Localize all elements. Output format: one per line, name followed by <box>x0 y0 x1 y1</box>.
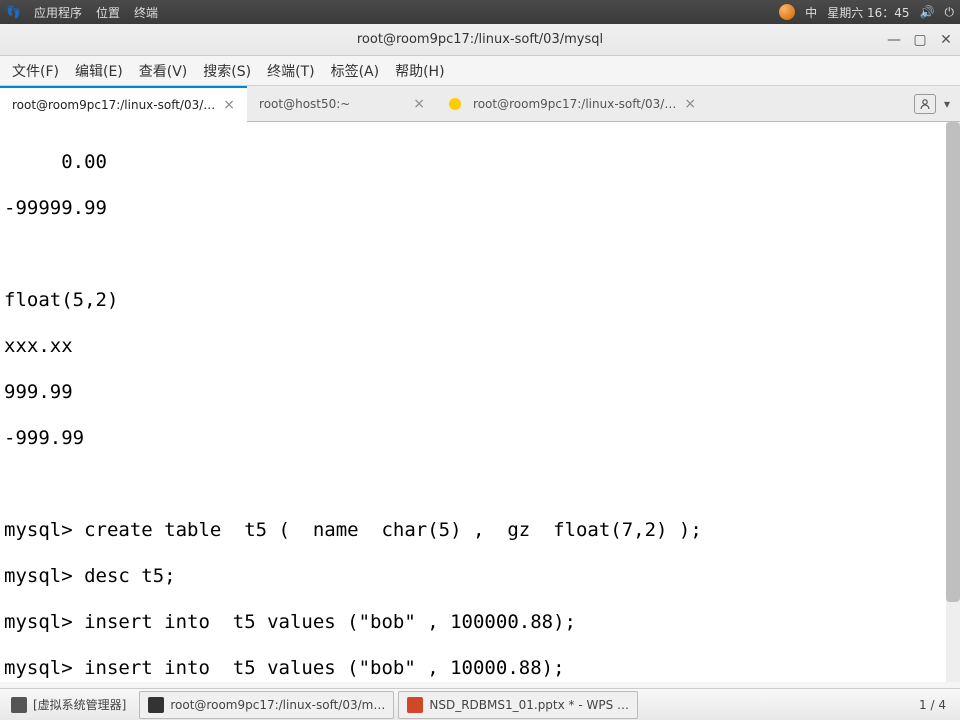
tab-menu-chevron-icon[interactable]: ▾ <box>944 97 950 111</box>
line: float(5,2) <box>4 289 118 311</box>
taskbar-wps[interactable]: NSD_RDBMS1_01.pptx * - WPS … <box>398 691 638 719</box>
tab-2-label: root@room9pc17:/linux-soft/03/… <box>473 97 676 111</box>
activities-icon[interactable]: 👣 <box>6 5 20 19</box>
tab-2[interactable]: root@room9pc17:/linux-soft/03/… × <box>437 86 708 122</box>
power-icon[interactable]: ⏻ <box>945 5 955 20</box>
line: mysql> insert into t5 values ("bob" , 10… <box>4 611 576 633</box>
monitor-icon <box>11 697 27 713</box>
clock[interactable]: 星期六 16：45 <box>827 4 909 21</box>
menu-help[interactable]: 帮助(H) <box>389 58 450 84</box>
tab-0-close-icon[interactable]: × <box>223 97 235 113</box>
menu-view[interactable]: 查看(V) <box>133 58 194 84</box>
taskbar-vmm[interactable]: [虚拟系统管理器] <box>2 691 135 719</box>
terminal-viewport[interactable]: 0.00 -99999.99 float(5,2) xxx.xx 999.99 … <box>0 122 960 682</box>
menu-applications[interactable]: 应用程序 <box>34 4 82 21</box>
presentation-icon <box>407 697 423 713</box>
tab-2-close-icon[interactable]: × <box>684 96 696 112</box>
menu-file[interactable]: 文件(F) <box>6 58 65 84</box>
menu-tabs[interactable]: 标签(A) <box>325 58 386 84</box>
line: -999.99 <box>4 427 84 449</box>
menu-places[interactable]: 位置 <box>96 4 120 21</box>
menu-search[interactable]: 搜索(S) <box>197 58 257 84</box>
minimize-button[interactable]: — <box>886 32 902 48</box>
terminal-icon <box>148 697 164 713</box>
line: 999.99 <box>4 381 73 403</box>
tab-1[interactable]: root@host50:~ × <box>247 86 437 122</box>
ime-indicator[interactable]: 中 <box>805 4 817 21</box>
gnome-topbar: 👣 应用程序 位置 终端 中 星期六 16：45 🔊 ⏻ <box>0 0 960 24</box>
taskbar-terminal-label: root@room9pc17:/linux-soft/03/m… <box>170 698 385 712</box>
line: mysql> create table t5 ( name char(5) , … <box>4 519 702 541</box>
line: -99999.99 <box>4 197 107 219</box>
profile-button[interactable] <box>914 94 936 114</box>
line: 0.00 <box>4 151 107 173</box>
menu-terminal-app[interactable]: 终端(T) <box>261 58 320 84</box>
user-avatar-icon[interactable] <box>779 4 795 20</box>
bulb-icon <box>449 98 461 110</box>
taskbar-wps-label: NSD_RDBMS1_01.pptx * - WPS … <box>429 698 629 712</box>
window-title: root@room9pc17:/linux-soft/03/mysql <box>357 32 603 47</box>
tab-0-label: root@room9pc17:/linux-soft/03/… <box>12 98 215 112</box>
taskbar-vmm-label: [虚拟系统管理器] <box>33 696 126 713</box>
taskbar: [虚拟系统管理器] root@room9pc17:/linux-soft/03/… <box>0 688 960 720</box>
tab-0[interactable]: root@room9pc17:/linux-soft/03/… × <box>0 86 247 122</box>
terminal-tabbar: root@room9pc17:/linux-soft/03/… × root@h… <box>0 86 960 122</box>
tab-1-close-icon[interactable]: × <box>413 96 425 112</box>
scrollbar[interactable] <box>946 122 960 682</box>
page-indicator: 1 / 4 <box>919 698 960 712</box>
line: xxx.xx <box>4 335 73 357</box>
line: mysql> desc t5; <box>4 565 176 587</box>
taskbar-terminal[interactable]: root@room9pc17:/linux-soft/03/m… <box>139 691 394 719</box>
window-titlebar: root@room9pc17:/linux-soft/03/mysql — ▢ … <box>0 24 960 56</box>
maximize-button[interactable]: ▢ <box>912 32 928 48</box>
menu-terminal[interactable]: 终端 <box>134 4 158 21</box>
close-button[interactable]: ✕ <box>938 32 954 48</box>
line: mysql> insert into t5 values ("bob" , 10… <box>4 657 565 679</box>
scrollbar-thumb[interactable] <box>946 122 960 602</box>
tab-1-label: root@host50:~ <box>259 97 350 111</box>
menu-edit[interactable]: 编辑(E) <box>69 58 129 84</box>
sound-icon[interactable]: 🔊 <box>920 5 935 19</box>
app-menubar: 文件(F) 编辑(E) 查看(V) 搜索(S) 终端(T) 标签(A) 帮助(H… <box>0 56 960 86</box>
